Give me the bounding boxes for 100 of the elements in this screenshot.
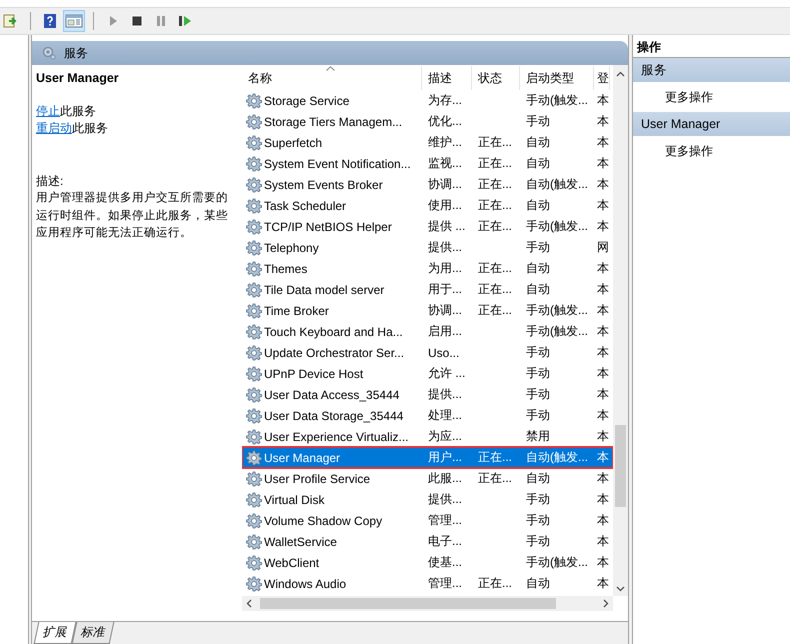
table-cell: 本 <box>597 386 609 403</box>
service-name: Themes <box>264 262 308 276</box>
service-row[interactable]: Storage Service 为存... 手动(触发... 本 <box>242 90 613 111</box>
service-name: UPnP Device Host <box>264 366 364 380</box>
service-row[interactable]: Task Scheduler 使用... 正在... 自动 本 <box>242 195 613 216</box>
service-name: System Events Broker <box>264 178 383 192</box>
table-cell: 手动 <box>526 344 550 361</box>
table-cell: 本 <box>597 218 609 235</box>
vertical-scrollbar[interactable] <box>613 65 628 596</box>
column-header[interactable]: 状态 <box>472 66 520 90</box>
service-row[interactable]: User Experience Virtualiz... 为应... 禁用 本 <box>242 426 613 447</box>
service-row[interactable]: UPnP Device Host 允许 ... 手动 本 <box>242 363 613 384</box>
description-text: 用户管理器提供多用户交互所需要的运行时组件。如果停止此服务，某些应用程序可能无法正确运行。 <box>36 190 229 241</box>
service-row[interactable]: Windows Audio 管理... 正在... 自动 本 <box>242 573 613 594</box>
service-name: Storage Tiers Managem... <box>264 114 402 128</box>
table-cell: 本 <box>597 344 609 361</box>
table-cell: 协调... <box>428 176 462 193</box>
table-cell: 为应... <box>428 428 462 445</box>
scroll-up-icon <box>616 71 625 77</box>
action-item[interactable]: 更多操作 <box>633 82 790 112</box>
table-cell: 正在... <box>478 575 512 592</box>
service-name: Tile Data model server <box>264 282 384 296</box>
column-header[interactable]: 登 <box>594 66 610 90</box>
table-cell: 本 <box>597 260 609 277</box>
view-tab[interactable]: 扩展 <box>34 622 76 644</box>
action-sentence: 停止此服务 <box>36 103 97 120</box>
table-cell: 管理... <box>428 575 462 592</box>
table-cell: 正在... <box>478 281 512 298</box>
table-cell: 手动 <box>526 407 550 424</box>
section-header[interactable]: 服务 <box>633 58 790 82</box>
service-row[interactable]: Storage Tiers Managem... 优化... 手动 本 <box>242 111 613 132</box>
horizontal-scrollbar[interactable] <box>242 596 613 611</box>
table-cell: 本 <box>597 134 609 151</box>
table-cell: 禁用 <box>526 428 550 445</box>
table-cell: 正在... <box>478 302 512 319</box>
service-row[interactable]: WalletService 电子... 手动 本 <box>242 531 613 552</box>
service-name: TCP/IP NetBIOS Helper <box>264 220 392 234</box>
service-name: Time Broker <box>264 304 329 318</box>
scroll-thumb[interactable] <box>615 425 626 507</box>
service-row[interactable]: Volume Shadow Copy 管理... 手动 本 <box>242 510 613 531</box>
service-name: Storage Service <box>264 94 350 108</box>
description-label: 描述: <box>36 173 64 190</box>
service-row[interactable]: User Data Access_35444 提供... 手动 本 <box>242 384 613 405</box>
action-link[interactable]: 停止 <box>36 104 60 118</box>
table-cell: 正在... <box>478 260 512 277</box>
service-row[interactable]: Virtual Disk 提供... 手动 本 <box>242 489 613 510</box>
service-row[interactable]: WebClient 使基... 手动(触发... 本 <box>242 552 613 573</box>
column-header[interactable]: 描述 <box>422 66 472 90</box>
column-header[interactable]: 名称 <box>242 66 422 90</box>
table-cell: 自动 <box>526 155 550 172</box>
action-link[interactable]: 重启动 <box>36 121 72 135</box>
service-row[interactable]: Update Orchestrator Ser... Uso... 手动 本 <box>242 342 613 363</box>
table-cell: 使基... <box>428 554 462 571</box>
table-cell: 本 <box>597 449 609 466</box>
table-cell: 自动 <box>526 260 550 277</box>
service-row[interactable]: User Data Storage_35444 处理... 手动 本 <box>242 405 613 426</box>
table-cell: 手动(触发... <box>526 323 588 340</box>
table-cell: Uso... <box>428 346 460 360</box>
service-name: Touch Keyboard and Ha... <box>264 324 403 338</box>
table-cell: 自动 <box>526 134 550 151</box>
action-sentence: 重启动此服务 <box>36 120 109 137</box>
table-cell: 手动(触发... <box>526 92 588 109</box>
service-row[interactable]: Touch Keyboard and Ha... 启用... 手动(触发... 本 <box>242 321 613 342</box>
action-item[interactable]: 更多操作 <box>633 136 790 166</box>
service-row[interactable]: Superfetch 维护... 正在... 自动 本 <box>242 132 613 153</box>
table-cell: 此服... <box>428 470 462 487</box>
table-cell: 本 <box>597 365 609 382</box>
table-cell: 手动 <box>526 113 550 130</box>
service-name: Update Orchestrator Ser... <box>264 346 404 360</box>
view-tab[interactable]: 标准 <box>72 622 114 644</box>
service-name: Virtual Disk <box>264 492 324 506</box>
service-row[interactable]: Themes 为用... 正在... 自动 本 <box>242 258 613 279</box>
table-cell: 为存... <box>428 92 462 109</box>
service-row[interactable]: User Manager 用户... 正在... 自动(触发... 本 <box>242 447 613 468</box>
scroll-thumb[interactable] <box>260 598 556 609</box>
table-cell: 用户... <box>428 449 462 466</box>
service-name: User Profile Service <box>264 472 370 486</box>
service-row[interactable]: System Events Broker 协调... 正在... 自动(触发... 本 <box>242 174 613 195</box>
service-name: Telephony <box>264 240 319 254</box>
panel-button[interactable] <box>63 10 85 32</box>
service-row[interactable]: Time Broker 协调... 正在... 手动(触发... 本 <box>242 300 613 321</box>
service-row[interactable]: TCP/IP NetBIOS Helper 提供 ... 正在... 手动(触发... 本 <box>242 216 613 237</box>
resume-icon <box>177 14 193 28</box>
column-header[interactable]: 启动类型 <box>520 66 594 90</box>
table-cell: 提供... <box>428 239 462 256</box>
table-cell: 本 <box>597 176 609 193</box>
table-cell: 本 <box>597 575 609 592</box>
service-row[interactable]: System Event Notification... 监视... 正在... 自动 本 <box>242 153 613 174</box>
panel-icon <box>65 13 83 29</box>
table-cell: 本 <box>597 197 609 214</box>
service-name: User Manager <box>264 450 340 464</box>
table-cell: 提供... <box>428 386 462 403</box>
service-row[interactable]: Tile Data model server 用于... 正在... 自动 本 <box>242 279 613 300</box>
service-row[interactable]: Telephony 提供... 手动 网 <box>242 237 613 258</box>
section-header[interactable]: User Manager <box>633 112 790 136</box>
service-row[interactable]: User Profile Service 此服... 正在... 自动 本 <box>242 468 613 489</box>
table-cell: 本 <box>597 512 609 529</box>
table-cell: 监视... <box>428 155 462 172</box>
table-cell: 为用... <box>428 260 462 277</box>
table-cell: 网 <box>597 239 609 256</box>
